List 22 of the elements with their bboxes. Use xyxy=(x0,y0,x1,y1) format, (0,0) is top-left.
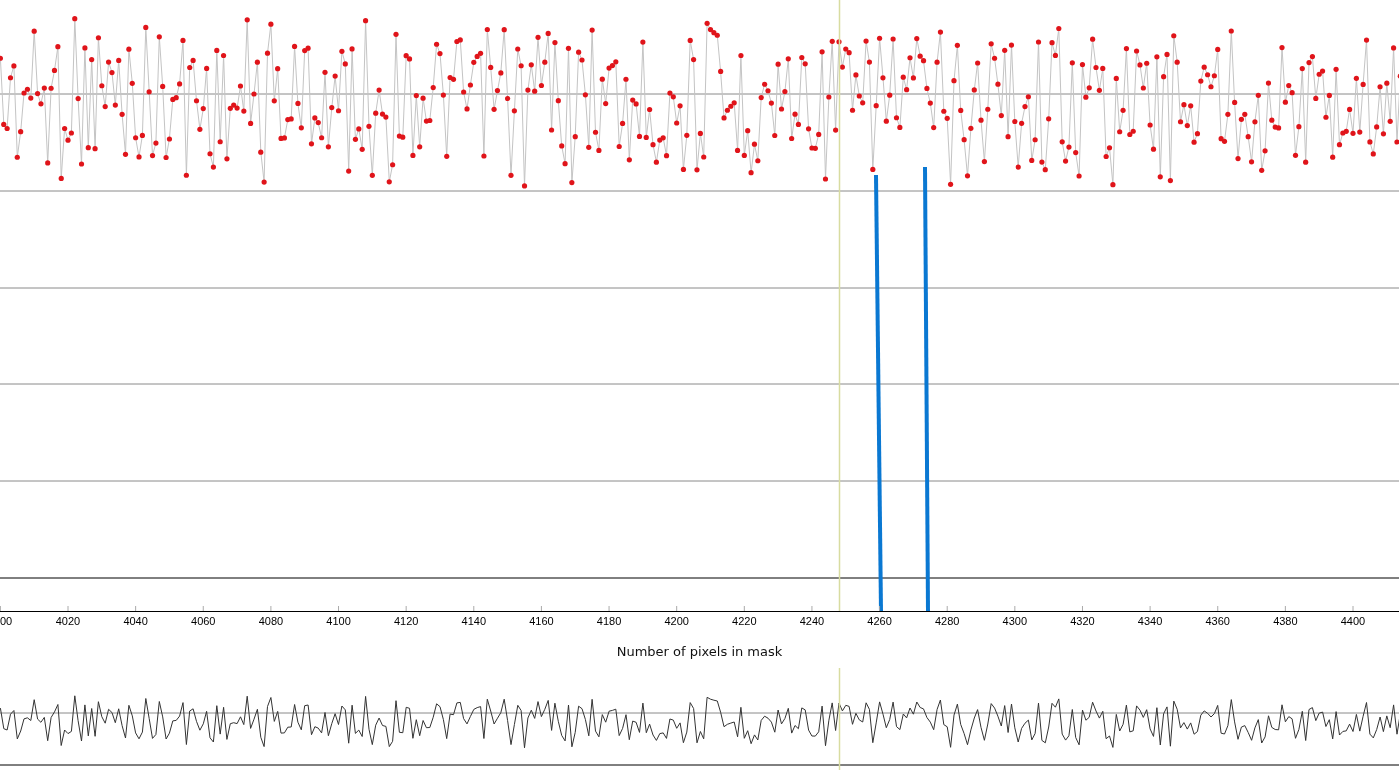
axis-tick-label: 4200 xyxy=(664,615,689,627)
axis-tick-label: 4020 xyxy=(55,615,81,627)
axis-tick-label: 4140 xyxy=(461,615,487,627)
axis-tick-label: 4240 xyxy=(799,615,825,627)
axis-tick-label: 4320 xyxy=(1070,615,1095,627)
axis-tick-label: 4160 xyxy=(529,615,554,627)
axis-tick-label: 4060 xyxy=(191,615,216,627)
axis-tick-label: 4100 xyxy=(326,615,351,627)
axis-tick-label: 00 xyxy=(0,615,13,627)
axis-tick-label: 4120 xyxy=(393,615,419,627)
axis-tick-label: 4180 xyxy=(596,615,622,627)
axis-tick-label: 4220 xyxy=(732,615,757,627)
axis-tick-label: 4380 xyxy=(1273,615,1298,627)
axis-title: Number of pixels in mask xyxy=(616,643,783,661)
axis-tick-label: 4400 xyxy=(1340,615,1366,627)
axis-tick-label: 4080 xyxy=(258,615,284,627)
axis-tick-label: 4280 xyxy=(934,615,960,627)
axis-tick-label: 4360 xyxy=(1205,615,1230,627)
axis-tick-label: 4040 xyxy=(123,615,148,627)
axis-tick-label: 4300 xyxy=(1002,615,1028,627)
axis-tick-label: 4260 xyxy=(867,615,892,627)
axis-tick-label: 4340 xyxy=(1137,615,1163,627)
